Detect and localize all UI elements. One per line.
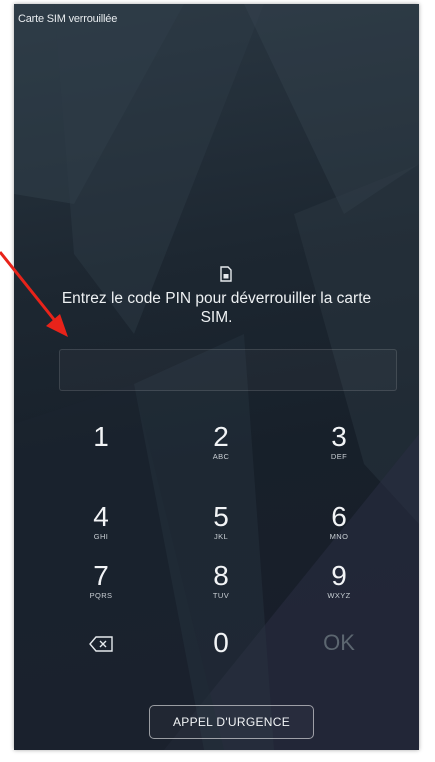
key-3[interactable]: 3 DEF: [284, 422, 394, 482]
key-5[interactable]: 5 JKL: [166, 502, 276, 562]
key-9-letters: WXYZ: [327, 591, 351, 600]
key-1[interactable]: 1: [46, 422, 156, 482]
key-0-digit: 0: [213, 627, 229, 658]
pin-prompt-line2: SIM.: [200, 309, 233, 326]
backspace-button[interactable]: [46, 626, 156, 686]
key-6[interactable]: 6 MNO: [284, 502, 394, 562]
backspace-icon: [89, 636, 113, 652]
key-4[interactable]: 4 GHI: [46, 502, 156, 562]
key-5-letters: JKL: [213, 532, 229, 541]
key-3-letters: DEF: [330, 452, 348, 461]
key-4-digit: 4: [93, 501, 109, 532]
lock-screen: Carte SIM verrouillée Entrez le code PIN…: [14, 4, 419, 750]
key-1-digit: 1: [93, 421, 109, 452]
key-7-digit: 7: [93, 560, 109, 591]
key-8-letters: TUV: [212, 591, 230, 600]
key-8[interactable]: 8 TUV: [166, 561, 276, 621]
sim-card-icon: [220, 266, 232, 282]
status-sim-locked: Carte SIM verrouillée: [18, 13, 118, 25]
key-9[interactable]: 9 WXYZ: [284, 561, 394, 621]
key-3-digit: 3: [331, 421, 347, 452]
ok-label: OK: [323, 630, 355, 655]
pin-prompt: Entrez le code PIN pour déverrouiller la…: [14, 289, 419, 327]
pin-input-field[interactable]: [59, 349, 397, 391]
key-2[interactable]: 2 ABC: [166, 422, 276, 482]
key-4-letters: GHI: [93, 532, 109, 541]
key-0[interactable]: 0: [166, 628, 276, 688]
key-8-digit: 8: [213, 560, 229, 591]
key-7[interactable]: 7 PQRS: [46, 561, 156, 621]
key-6-digit: 6: [331, 501, 347, 532]
key-2-digit: 2: [213, 421, 229, 452]
key-5-digit: 5: [213, 501, 229, 532]
key-9-digit: 9: [331, 560, 347, 591]
key-2-letters: ABC: [212, 452, 230, 461]
emergency-call-button[interactable]: APPEL D'URGENCE: [149, 705, 314, 739]
key-7-letters: PQRS: [89, 591, 113, 600]
ok-button[interactable]: OK: [284, 628, 394, 688]
key-6-letters: MNO: [329, 532, 349, 541]
pin-prompt-line1: Entrez le code PIN pour déverrouiller la…: [61, 290, 372, 307]
